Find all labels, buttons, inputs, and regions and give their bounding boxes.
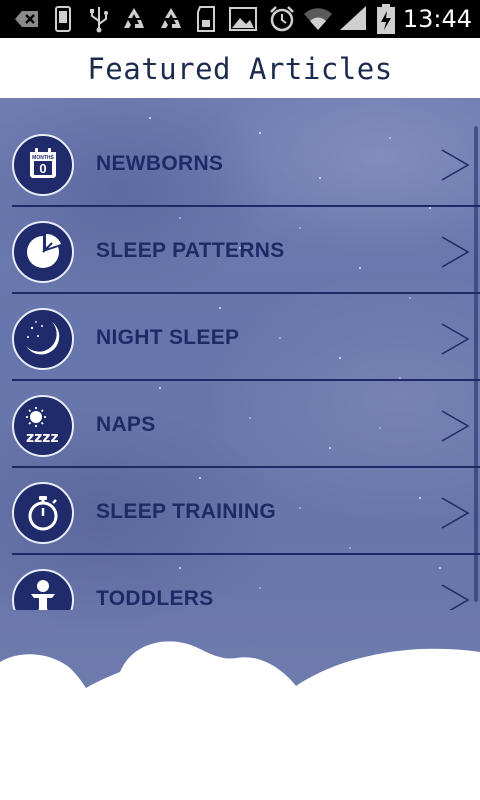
- article-label: SLEEP PATTERNS: [96, 239, 285, 262]
- chevron-right-icon: [441, 497, 470, 529]
- article-label: SLEEP TRAINING: [96, 500, 277, 523]
- recycle-icon: [161, 8, 181, 28]
- article-item-night-sleep[interactable]: NIGHT SLEEP: [12, 294, 480, 381]
- wifi-icon: [304, 8, 332, 30]
- article-label: NAPS: [96, 413, 156, 436]
- child-icon: [12, 569, 74, 610]
- stopwatch-icon: [12, 482, 74, 544]
- chevron-right-icon: [441, 584, 470, 610]
- recycle-icon: [124, 8, 144, 28]
- article-label: NIGHT SLEEP: [96, 326, 240, 349]
- article-item-toddlers[interactable]: TODDLERS: [12, 555, 480, 610]
- alarm-clock-icon: [270, 6, 294, 32]
- article-item-newborns[interactable]: MONTHS 0 NEWBORNS: [12, 120, 480, 207]
- status-time: 13:44: [402, 5, 472, 33]
- usb-icon: [90, 7, 108, 33]
- article-item-naps[interactable]: zzzz NAPS: [12, 381, 480, 468]
- chevron-right-icon: [441, 236, 470, 268]
- header: Featured Articles: [0, 38, 480, 98]
- clouds-decoration: [0, 641, 480, 800]
- article-item-sleep-patterns[interactable]: SLEEP PATTERNS: [12, 207, 480, 294]
- chevron-right-icon: [441, 149, 470, 181]
- page-title: Featured Articles: [87, 52, 393, 86]
- calendar-icon: MONTHS 0: [12, 134, 74, 196]
- article-list: MONTHS 0 NEWBORNS SLEEP PATTERNS NIGHT S…: [0, 98, 480, 610]
- battery-charging-icon: [377, 4, 395, 34]
- article-item-sleep-training[interactable]: SLEEP TRAINING: [12, 468, 480, 555]
- moon-icon: [12, 308, 74, 370]
- image-icon: [229, 7, 257, 31]
- pie-chart-icon: [12, 221, 74, 283]
- chevron-right-icon: [441, 323, 470, 355]
- back-icon: [15, 11, 38, 27]
- zzz-text: zzzz: [26, 430, 59, 446]
- sd-card-icon: [197, 6, 215, 32]
- scrollbar[interactable]: [474, 126, 478, 602]
- chevron-right-icon: [441, 410, 470, 442]
- article-label: TODDLERS: [96, 587, 214, 610]
- phone-icon: [55, 6, 71, 32]
- article-label: NEWBORNS: [96, 152, 224, 175]
- content-area: MONTHS 0 NEWBORNS SLEEP PATTERNS NIGHT S…: [0, 98, 480, 800]
- sun-zzz-icon: zzzz: [12, 395, 74, 457]
- calendar-value: 0: [39, 161, 46, 176]
- status-bar: 13:44: [0, 0, 480, 38]
- signal-icon: [340, 6, 366, 30]
